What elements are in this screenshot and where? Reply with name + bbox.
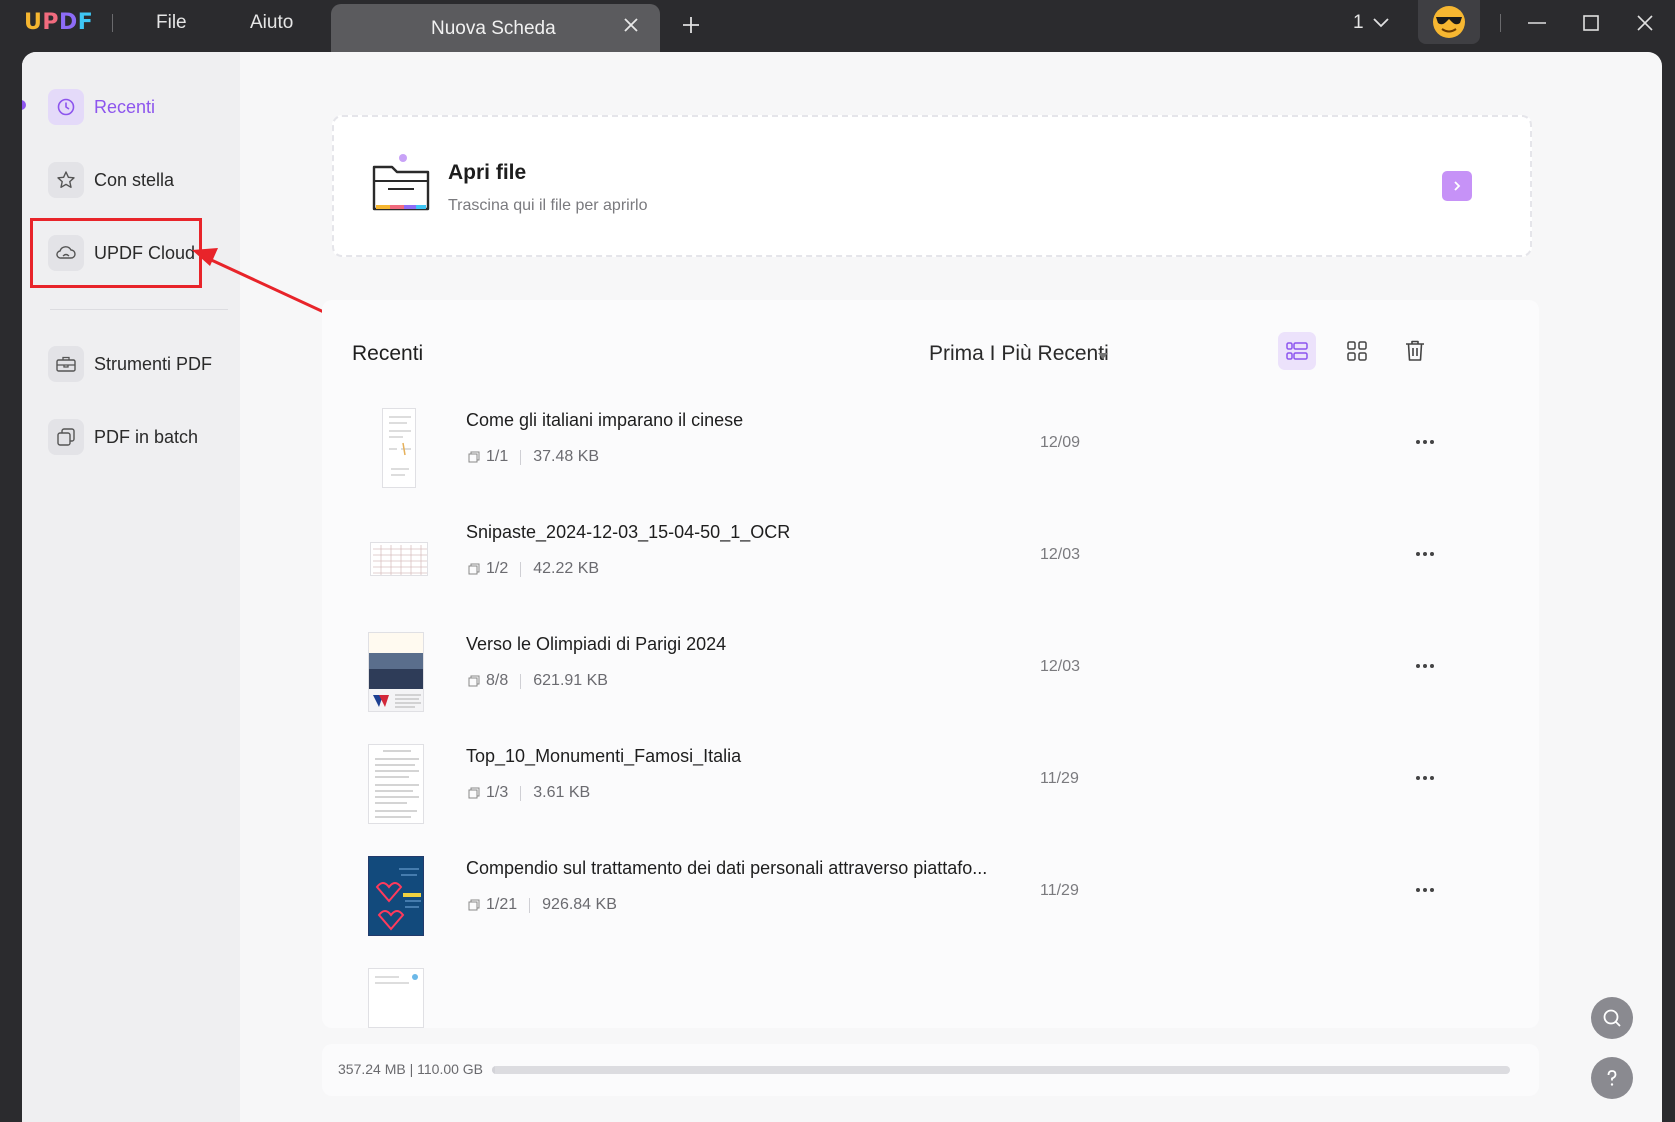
chevron-right-icon — [1454, 181, 1461, 191]
file-date: 12/03 — [1040, 546, 1081, 563]
file-thumbnail — [368, 856, 424, 936]
file-row[interactable]: Come gli italiani imparano il cinese 1/1… — [352, 400, 1512, 512]
close-tab-icon[interactable] — [620, 14, 642, 36]
storage-progress-fill — [492, 1066, 496, 1074]
file-date: 11/29 — [1040, 882, 1079, 899]
file-name: Verso le Olimpiadi di Parigi 2024 — [466, 634, 727, 654]
storage-usage: 357.24 MB | 110.00 GB — [338, 1061, 484, 1077]
more-options-icon[interactable] — [1413, 768, 1437, 788]
open-file-title: Apri file — [448, 161, 527, 184]
file-meta: 1/1 37.48 KB — [468, 448, 599, 466]
file-date: 12/09 — [1040, 434, 1081, 451]
file-name: Top_10_Monumenti_Famosi_Italia — [466, 746, 742, 766]
sidebar-item-batch[interactable]: PDF in batch — [48, 418, 198, 456]
pages-icon — [468, 451, 480, 463]
batch-icon — [48, 419, 84, 455]
pages-icon — [468, 675, 480, 687]
file-name: Snipaste_2024-12-03_15-04-50_1_OCR — [466, 522, 791, 542]
open-file-button[interactable] — [1442, 171, 1472, 201]
close-window-icon[interactable] — [1634, 12, 1656, 34]
main-window: Recenti Con stella UPDF Cloud Strumenti … — [22, 52, 1662, 1122]
search-icon — [1603, 1009, 1621, 1027]
open-file-subtitle: Trascina qui il file per aprirlo — [448, 197, 648, 214]
file-thumbnail — [368, 968, 424, 1028]
caret-down-icon[interactable] — [1097, 352, 1109, 360]
title-separator — [112, 14, 113, 32]
file-row[interactable]: Snipaste_2024-12-03_15-04-50_1_OCR 1/2 4… — [352, 512, 1512, 624]
tab-title: Nuova Scheda — [431, 18, 556, 39]
sidebar-item-label: Strumenti PDF — [94, 353, 213, 374]
menu-file[interactable]: File — [156, 12, 187, 34]
file-size: 621.91 KB — [533, 672, 608, 689]
file-pages: 1/21 — [486, 896, 518, 913]
file-size: 3.61 KB — [533, 784, 591, 801]
file-size: 42.22 KB — [533, 560, 600, 577]
sort-dropdown[interactable]: Prima I Più Recenti — [929, 342, 1109, 366]
grid-view-icon — [1347, 341, 1367, 361]
open-file-dropzone[interactable]: Apri file Trascina qui il file per aprir… — [332, 115, 1532, 257]
maximize-icon[interactable] — [1580, 12, 1602, 34]
question-icon — [1607, 1070, 1617, 1086]
storage-progress — [492, 1066, 1510, 1074]
file-thumbnail — [368, 632, 424, 712]
file-row[interactable]: Compendio sul trattamento dei dati perso… — [352, 848, 1512, 960]
list-view-button[interactable] — [1278, 332, 1316, 370]
file-row[interactable]: Top_10_Monumenti_Famosi_Italia 1/3 3.61 … — [352, 736, 1512, 848]
pages-icon — [468, 563, 480, 575]
file-pages: 8/8 — [486, 672, 509, 689]
file-date: 12/03 — [1040, 658, 1081, 675]
file-size: 926.84 KB — [542, 896, 617, 913]
delete-button[interactable] — [1396, 332, 1434, 370]
file-name: Compendio sul trattamento dei dati perso… — [466, 858, 988, 878]
file-row-partial[interactable] — [352, 960, 1512, 1028]
chevron-down-icon[interactable] — [1372, 16, 1390, 30]
file-pages: 1/1 — [486, 448, 509, 465]
minimize-icon[interactable] — [1526, 12, 1548, 34]
file-thumbnail — [370, 542, 428, 576]
file-pages: 1/2 — [486, 560, 509, 577]
sunglasses-emoji-icon — [1433, 6, 1465, 38]
help-button[interactable] — [1591, 1057, 1633, 1099]
folder-icon — [372, 154, 430, 211]
file-size: 37.48 KB — [533, 448, 600, 465]
file-pages: 1/3 — [486, 784, 509, 801]
file-row[interactable]: Verso le Olimpiadi di Parigi 2024 8/8 62… — [352, 624, 1512, 736]
file-meta: 1/2 42.22 KB — [468, 560, 599, 578]
more-options-icon[interactable] — [1413, 880, 1437, 900]
more-options-icon[interactable] — [1413, 544, 1437, 564]
search-button[interactable] — [1591, 997, 1633, 1039]
more-options-icon[interactable] — [1413, 432, 1437, 452]
list-view-icon — [1286, 342, 1308, 360]
trash-icon — [1406, 340, 1424, 361]
sidebar-item-label: PDF in batch — [94, 426, 199, 447]
file-date: 11/29 — [1040, 770, 1079, 787]
tab-new[interactable]: Nuova Scheda — [331, 4, 660, 52]
avatar[interactable] — [1418, 0, 1480, 44]
title-separator — [1500, 14, 1501, 32]
more-options-icon[interactable] — [1413, 656, 1437, 676]
recent-panel: Recenti Prima I Più Recenti Come gli ita… — [322, 300, 1539, 1028]
menu-help[interactable]: Aiuto — [250, 12, 293, 34]
file-meta: 1/3 3.61 KB — [468, 784, 590, 802]
file-meta: 8/8 621.91 KB — [468, 672, 608, 690]
pages-icon — [468, 899, 480, 911]
add-tab-icon[interactable] — [680, 14, 702, 36]
recent-title: Recenti — [352, 342, 424, 365]
pages-icon — [468, 787, 480, 799]
title-bar: UPDF File Aiuto Nuova Scheda 1 — [0, 0, 1675, 52]
storage-bar: 357.24 MB | 110.00 GB — [322, 1044, 1539, 1096]
file-thumbnail — [382, 408, 416, 488]
file-name: Come gli italiani imparano il cinese — [466, 410, 744, 430]
file-thumbnail — [368, 744, 424, 824]
grid-view-button[interactable] — [1338, 332, 1376, 370]
window-count[interactable]: 1 — [1353, 12, 1364, 34]
file-meta: 1/21 926.84 KB — [468, 896, 617, 914]
updf-logo: UPDF — [24, 10, 94, 35]
